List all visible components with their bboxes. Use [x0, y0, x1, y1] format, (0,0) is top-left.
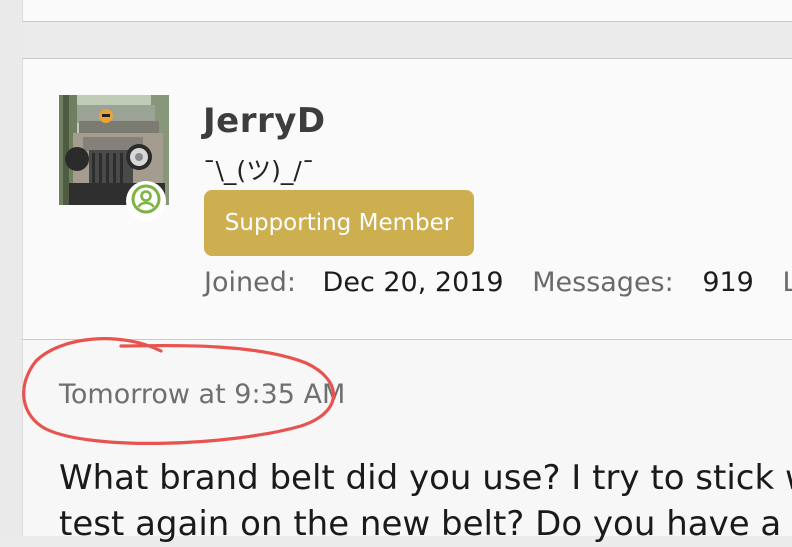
user-stats: Joined: Dec 20, 2019 Messages: 919 Lo	[204, 267, 792, 298]
post-body-line: What brand belt did you use? I try to st…	[59, 458, 792, 498]
online-status-badge	[126, 181, 166, 221]
location-label: Lo	[782, 267, 792, 298]
forum-post: JerryD ¯\_(ツ)_/¯ Supporting Member Joine…	[22, 58, 792, 544]
left-rail	[0, 0, 22, 535]
joined-value: Dec 20, 2019	[322, 267, 504, 298]
messages-label: Messages:	[532, 267, 674, 298]
messages-value: 919	[702, 267, 754, 298]
previous-post-edge	[22, 0, 792, 22]
user-info-block: JerryD ¯\_(ツ)_/¯ Supporting Member Joine…	[23, 59, 792, 340]
user-title: ¯\_(ツ)_/¯	[203, 156, 315, 185]
post-body: What brand belt did you use? I try to st…	[59, 455, 792, 547]
supporting-member-banner: Supporting Member	[204, 190, 474, 256]
post-separator	[22, 22, 792, 58]
post-body-line: test again on the new belt? Do you have …	[59, 504, 792, 544]
post-timestamp[interactable]: Tomorrow at 9:35 AM	[59, 379, 345, 410]
username[interactable]: JerryD	[203, 101, 326, 141]
joined-label: Joined:	[204, 267, 296, 298]
user-circle-icon	[130, 183, 162, 219]
